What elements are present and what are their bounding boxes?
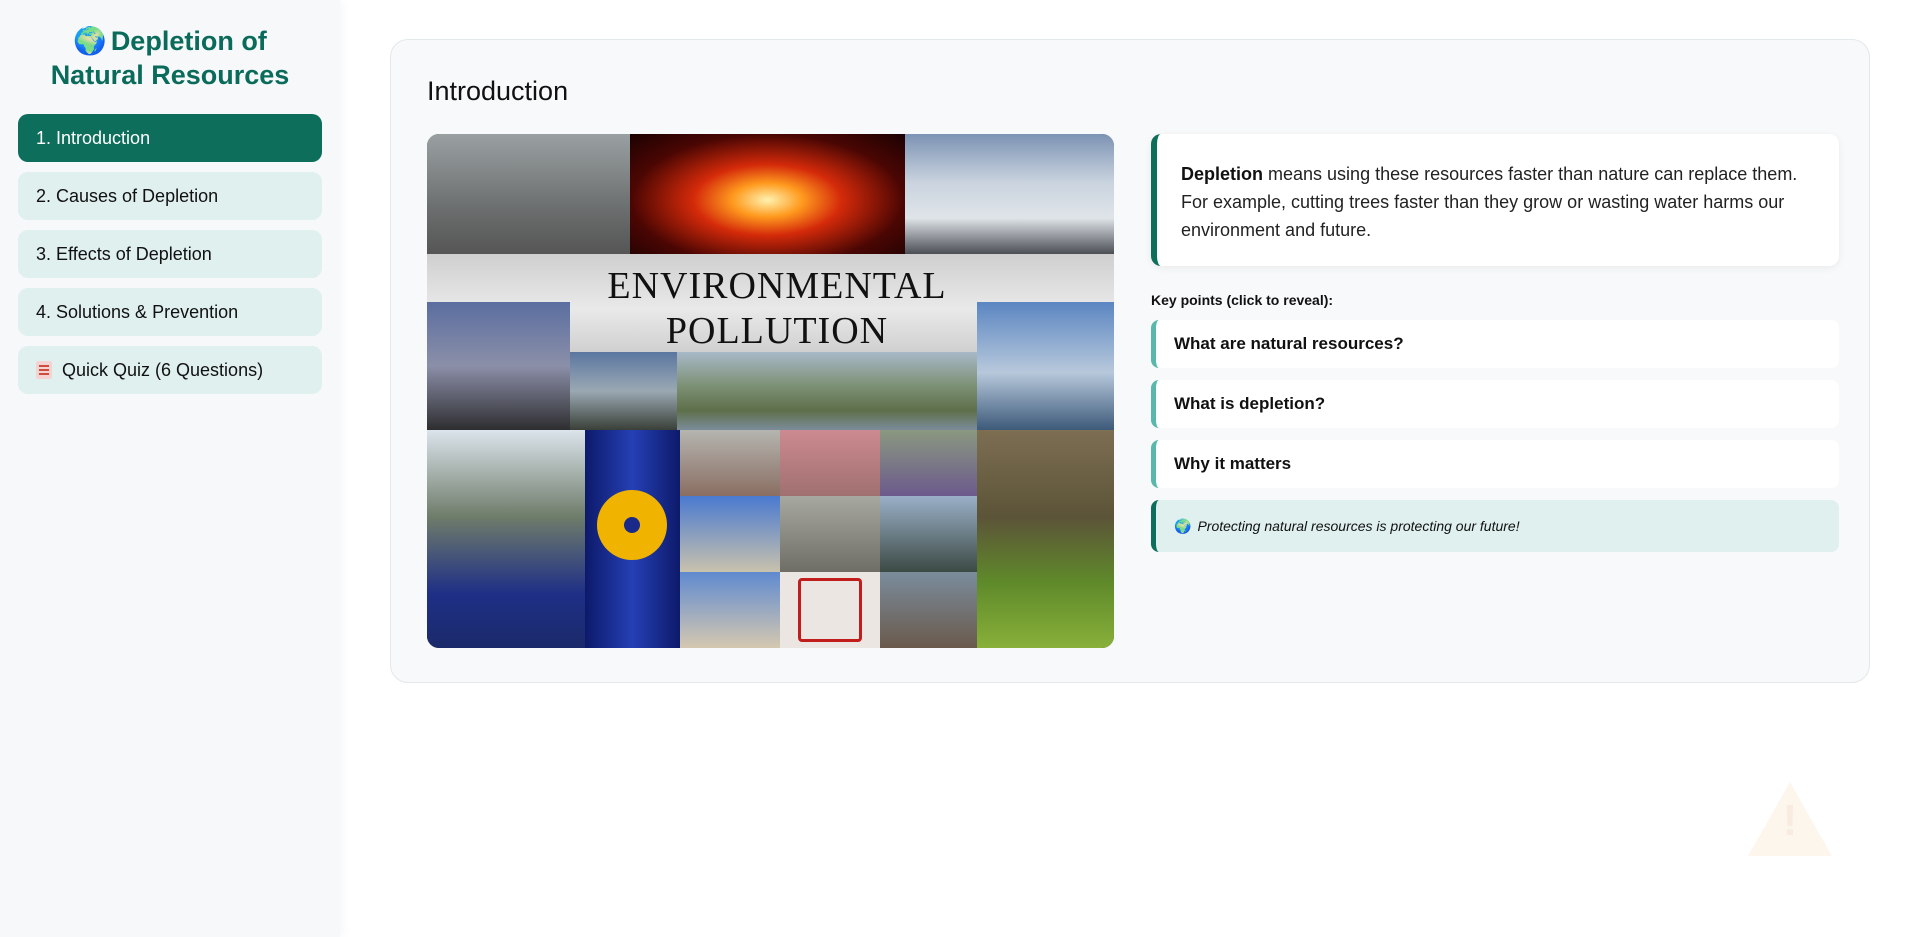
nav-item-introduction[interactable]: 1. Introduction — [18, 114, 322, 162]
nav-item-causes[interactable]: 2. Causes of Depletion — [18, 172, 322, 220]
beach-photo — [680, 496, 780, 572]
waste-photo — [780, 430, 880, 496]
nav-item-label: 4. Solutions & Prevention — [36, 301, 239, 322]
nav-item-label: 1. Introduction — [36, 127, 151, 148]
nav-item-effects[interactable]: 3. Effects of Depletion — [18, 230, 322, 278]
explosion-photo — [630, 134, 905, 254]
key-point-depletion[interactable]: What is depletion? — [1151, 380, 1839, 428]
intro-panel: Depletion means using these resources fa… — [1151, 134, 1839, 552]
coast-photo — [680, 572, 780, 648]
app-title-line2: Natural Resources — [50, 60, 290, 90]
drain-pipe-photo — [977, 430, 1114, 648]
nav-item-label: 2. Causes of Depletion — [36, 185, 219, 206]
key-points-heading: Key points (click to reveal): — [1151, 292, 1334, 308]
definition-term: Depletion — [1181, 164, 1264, 184]
smokestack-photo — [905, 134, 1114, 254]
nav-item-label: Quick Quiz (6 Questions) — [62, 359, 264, 380]
debris-photo — [680, 430, 780, 496]
memo-icon — [36, 361, 52, 379]
nav-item-solutions[interactable]: 4. Solutions & Prevention — [18, 288, 322, 336]
plant-aerial-photo — [677, 352, 977, 430]
image-banner-text: ENVIRONMENTAL POLLUTION — [577, 264, 977, 354]
shore-photo — [880, 572, 977, 648]
sidebar: 🌍 Depletion of Natural Resources 1. Intro… — [0, 0, 340, 937]
polluted-water-photo — [880, 430, 977, 496]
key-point-label: What is depletion? — [1174, 394, 1326, 413]
radioactive-barrel-photo — [585, 430, 680, 648]
app-title: 🌍 Depletion of Natural Resources — [18, 24, 322, 92]
nav-item-quiz[interactable]: Quick Quiz (6 Questions) — [18, 346, 322, 394]
key-point-label: Why it matters — [1174, 454, 1292, 473]
definition-box: Depletion means using these resources fa… — [1151, 134, 1839, 266]
nav-item-label: 3. Effects of Depletion — [36, 243, 212, 264]
app-title-line1: Depletion of — [110, 26, 267, 56]
content-card: Introduction ENVIRONMENTAL POLLUTION Dep… — [390, 39, 1870, 683]
key-point-why-it-matters[interactable]: Why it matters — [1151, 440, 1839, 488]
industrial-photo — [570, 352, 677, 430]
globe-icon: 🌍 — [73, 26, 107, 56]
haze-photo — [780, 496, 880, 572]
cooling-towers-photo — [977, 302, 1114, 430]
banner-line1: ENVIRONMENTAL — [607, 265, 947, 307]
hazmat-worker-photo — [427, 430, 585, 648]
banner-line2: POLLUTION — [665, 310, 889, 352]
protect-note-text: Protecting natural resources is protecti… — [1197, 518, 1520, 534]
train-smoke-photo — [880, 496, 977, 572]
definition-text: means using these resources faster than … — [1181, 164, 1798, 240]
warning-sign-photo — [780, 572, 880, 648]
factory-photo — [427, 302, 570, 430]
globe-icon: 🌍 — [1174, 517, 1192, 534]
key-point-label: What are natural resources? — [1174, 334, 1404, 353]
traffic-smog-photo — [427, 134, 630, 254]
section-title: Introduction — [427, 76, 569, 106]
key-point-natural-resources[interactable]: What are natural resources? — [1151, 320, 1839, 368]
protect-note: 🌍 Protecting natural resources is protec… — [1151, 500, 1839, 552]
warning-watermark-mark: ! — [1782, 796, 1798, 845]
pollution-collage-image: ENVIRONMENTAL POLLUTION — [427, 134, 1114, 648]
